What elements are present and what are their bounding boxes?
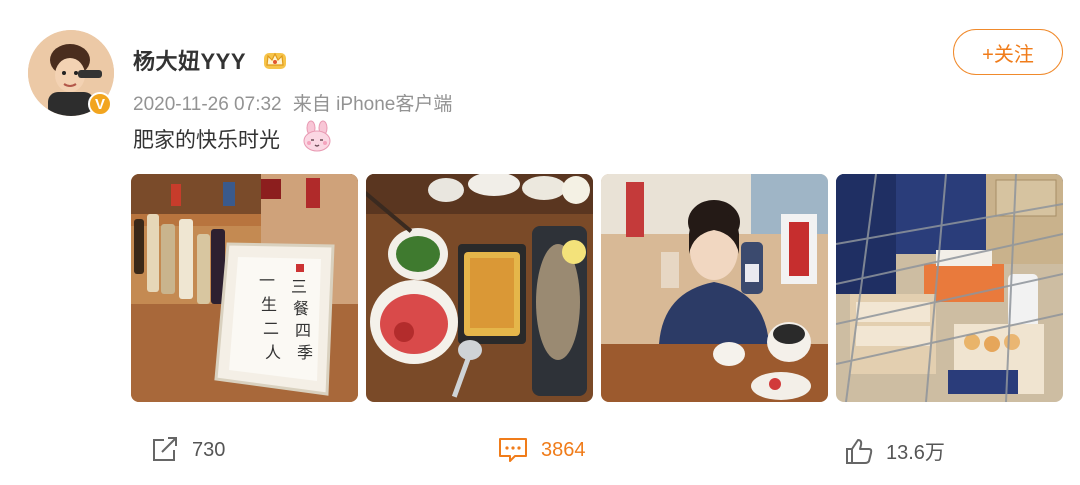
like-button[interactable]: 13.6万	[844, 436, 945, 465]
like-icon	[846, 438, 873, 464]
shopping-cart-photo[interactable]	[836, 174, 1063, 402]
woman-drink-photo[interactable]	[601, 174, 828, 402]
verified-badge: V	[88, 92, 112, 116]
svg-text:一: 一	[259, 271, 275, 290]
post-text: 肥家的快乐时光	[133, 129, 280, 152]
share-icon	[153, 437, 177, 461]
like-count: 13.6万	[886, 442, 945, 464]
source-label: 来自 iPhone客户端	[292, 94, 453, 115]
svg-text:二: 二	[263, 319, 279, 338]
post-meta: 2020-11-26 07:32 来自 iPhone客户端	[133, 89, 452, 116]
svg-text:季: 季	[297, 343, 313, 362]
shelf-calligraphy-photo[interactable]: 三 餐 四 季 一 生 二 人	[131, 174, 358, 402]
username[interactable]: 杨大妞YYY	[133, 44, 246, 76]
share-button[interactable]: 730	[150, 436, 225, 464]
svg-text:三: 三	[291, 277, 307, 296]
bunny-emoji-icon	[303, 120, 331, 152]
svg-text:生: 生	[261, 295, 277, 314]
comment-button[interactable]: 3864	[497, 436, 586, 464]
share-count: 730	[192, 438, 226, 461]
comment-count: 3864	[541, 438, 586, 461]
svg-text:人: 人	[265, 343, 281, 362]
follow-button[interactable]: +关注	[953, 29, 1063, 75]
dinner-table-photo[interactable]	[366, 174, 593, 402]
crown-icon[interactable]	[262, 47, 288, 71]
comment-icon	[499, 438, 527, 462]
svg-text:餐: 餐	[293, 299, 309, 318]
timestamp[interactable]: 2020-11-26 07:32	[133, 94, 282, 115]
svg-text:四: 四	[295, 321, 311, 340]
